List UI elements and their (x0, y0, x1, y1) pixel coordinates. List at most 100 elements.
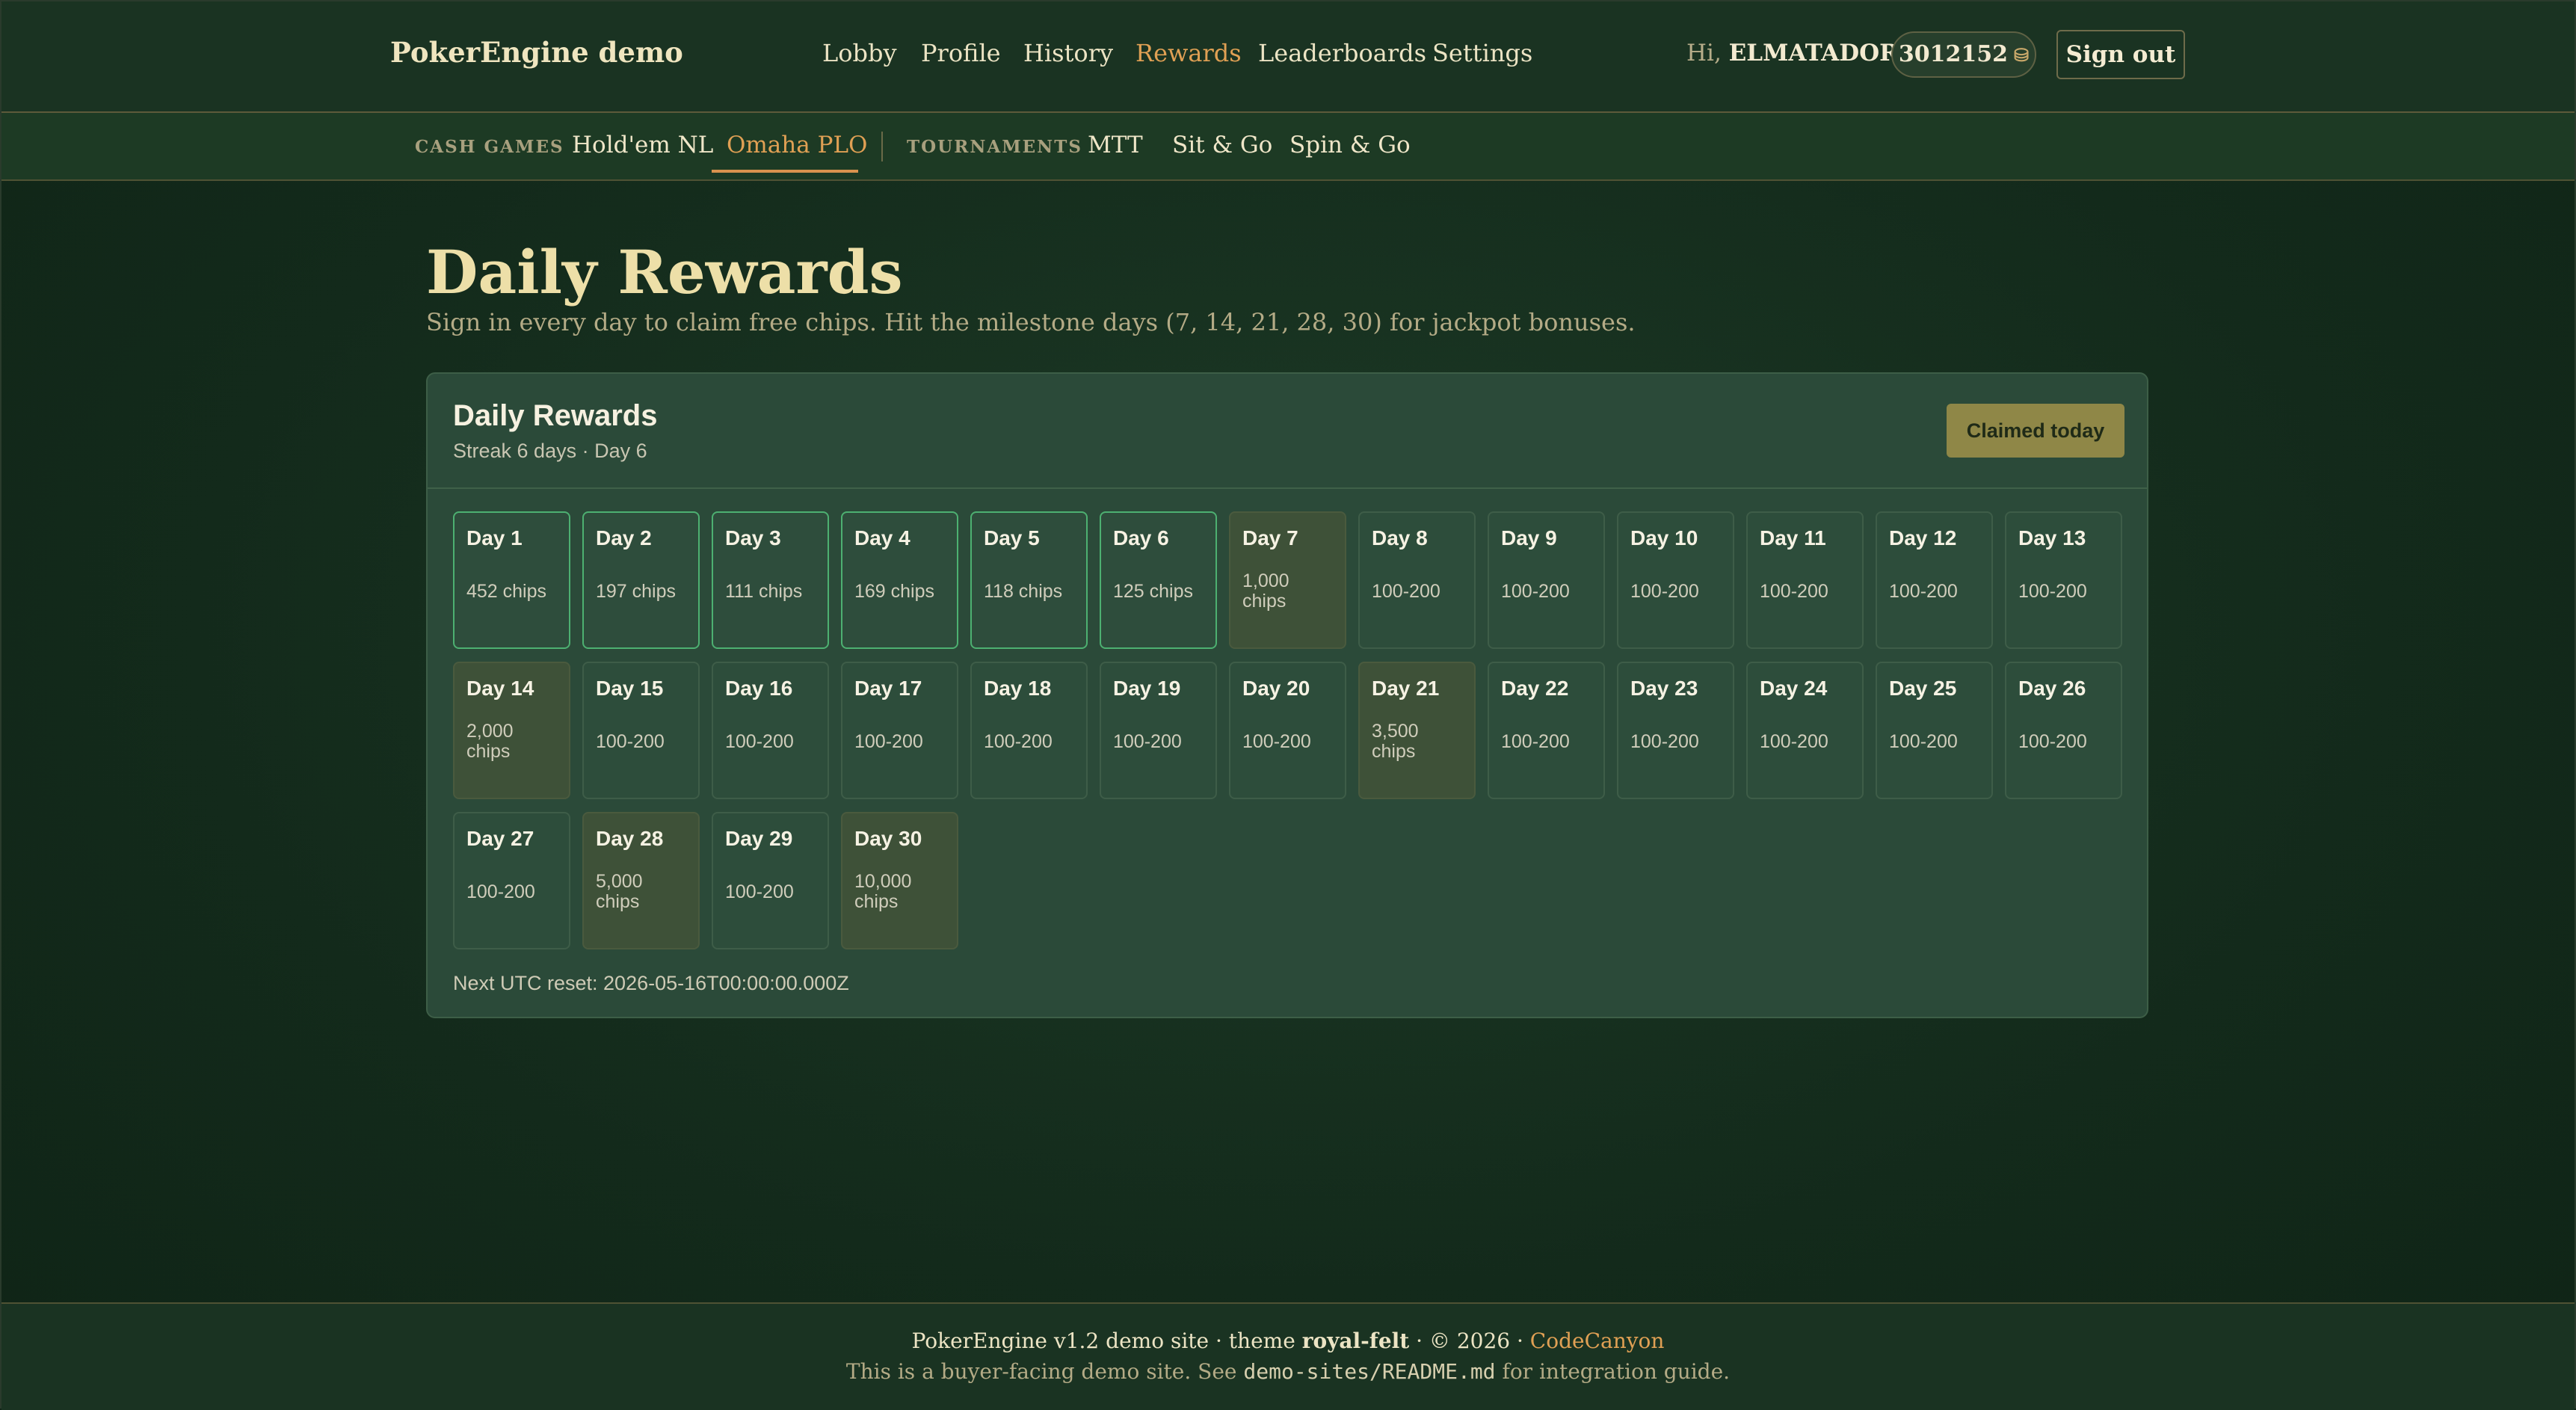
game-subnav (1, 113, 2575, 181)
day-reward-value: 3,500 chips (1372, 721, 1419, 762)
reward-day-card[interactable]: Day 20 100-200 (1229, 662, 1346, 799)
day-label: Day 2 (596, 526, 652, 549)
reward-day-card[interactable]: Day 23 100-200 (1617, 662, 1734, 799)
day-label: Day 30 (854, 827, 922, 850)
reward-day-card[interactable]: Day 4 169 chips (841, 511, 958, 649)
brand-logo[interactable]: PokerEngine demo (390, 36, 683, 69)
day-label: Day 8 (1372, 526, 1428, 549)
subnav-mtt[interactable]: MTT (1088, 132, 1143, 158)
reward-days-grid: Day 1 452 chips Day 2 197 chips Day 3 111 chi… (453, 511, 2122, 949)
day-label: Day 13 (2018, 526, 2086, 549)
reward-day-card[interactable]: Day 19 100-200 (1100, 662, 1217, 799)
day-reward-value: 100-200 (1889, 731, 1958, 752)
day-label: Day 25 (1889, 677, 1957, 700)
reward-day-card[interactable]: Day 24 100-200 (1746, 662, 1864, 799)
reward-day-card[interactable]: Day 29 100-200 (712, 812, 829, 949)
chip-stack-icon: ⛁ (2014, 44, 2030, 66)
footer-credits: PokerEngine v1.2 demo site · theme royal… (1, 1329, 2575, 1353)
day-reward-value: 100-200 (1760, 581, 1828, 602)
day-label: Day 14 (466, 677, 534, 700)
username: ELMATADOR (1728, 40, 1899, 67)
day-label: Day 3 (725, 526, 781, 549)
reward-day-card[interactable]: Day 2 197 chips (582, 511, 700, 649)
reward-day-card[interactable]: Day 18 100-200 (970, 662, 1088, 799)
subnav-holdem-nl[interactable]: Hold'em NL (572, 132, 713, 158)
nav-leaderboards[interactable]: Leaderboards (1258, 39, 1426, 67)
claimed-today-button[interactable]: Claimed today (1947, 404, 2124, 458)
subnav-spin-and-go[interactable]: Spin & Go (1289, 132, 1411, 158)
subnav-divider (881, 132, 883, 161)
day-reward-value: 100-200 (2018, 731, 2087, 752)
nav-rewards[interactable]: Rewards (1136, 39, 1242, 67)
reward-day-card[interactable]: Day 9 100-200 (1488, 511, 1605, 649)
reward-day-card[interactable]: Day 1 452 chips (453, 511, 570, 649)
day-label: Day 17 (854, 677, 922, 700)
day-reward-value: 118 chips (984, 581, 1063, 602)
footer-note-suffix: for integration guide. (1502, 1359, 1731, 1384)
reward-day-card[interactable]: Day 3 111 chips (712, 511, 829, 649)
reward-day-card[interactable]: Day 5 118 chips (970, 511, 1088, 649)
day-label: Day 20 (1242, 677, 1310, 700)
tournaments-label: TOURNAMENTS (907, 137, 1082, 157)
day-reward-value: 5,000 chips (596, 871, 643, 912)
day-reward-value: 100-200 (725, 881, 794, 902)
footer-theme: royal-felt (1301, 1329, 1410, 1353)
nav-lobby[interactable]: Lobby (822, 39, 897, 67)
page-subtitle: Sign in every day to claim free chips. H… (426, 308, 1636, 336)
footer (1, 1302, 2575, 1410)
day-label: Day 4 (854, 526, 910, 549)
reward-day-card[interactable]: Day 26 100-200 (2005, 662, 2122, 799)
day-label: Day 11 (1760, 526, 1826, 549)
day-label: Day 10 (1630, 526, 1698, 549)
day-reward-value: 197 chips (596, 581, 677, 602)
nav-settings[interactable]: Settings (1432, 39, 1532, 67)
sign-out-button[interactable]: Sign out (2056, 30, 2185, 79)
greeting-prefix: Hi, (1686, 40, 1722, 67)
nav-profile[interactable]: Profile (921, 39, 1001, 67)
reward-day-card[interactable]: Day 27 100-200 (453, 812, 570, 949)
codecanyon-link[interactable]: CodeCanyon (1530, 1329, 1665, 1353)
day-reward-value: 100-200 (725, 731, 794, 752)
day-reward-value: 169 chips (854, 581, 935, 602)
day-reward-value: 2,000 chips (466, 721, 514, 762)
readme-path: demo-sites/README.md (1243, 1359, 1496, 1384)
footer-copyright: · © 2026 · (1416, 1329, 1523, 1353)
subnav-omaha-plo[interactable]: Omaha PLO (727, 132, 867, 158)
reward-day-card[interactable]: Day 25 100-200 (1876, 662, 1993, 799)
day-label: Day 18 (984, 677, 1052, 700)
card-title: Daily Rewards (453, 399, 658, 432)
reward-day-card[interactable]: Day 22 100-200 (1488, 662, 1605, 799)
reward-day-card[interactable]: Day 21 3,500 chips (1358, 662, 1476, 799)
day-label: Day 27 (466, 827, 534, 850)
day-label: Day 15 (596, 677, 664, 700)
day-reward-value: 100-200 (1889, 581, 1958, 602)
reward-day-card[interactable]: Day 28 5,000 chips (582, 812, 700, 949)
reward-day-card[interactable]: Day 30 10,000 chips (841, 812, 958, 949)
reward-day-card[interactable]: Day 17 100-200 (841, 662, 958, 799)
reward-day-card[interactable]: Day 16 100-200 (712, 662, 829, 799)
reward-day-card[interactable]: Day 13 100-200 (2005, 511, 2122, 649)
day-reward-value: 100-200 (1372, 581, 1440, 602)
reward-day-card[interactable]: Day 15 100-200 (582, 662, 700, 799)
reward-day-card[interactable]: Day 8 100-200 (1358, 511, 1476, 649)
nav-history[interactable]: History (1023, 39, 1113, 67)
subnav-sit-and-go[interactable]: Sit & Go (1172, 132, 1272, 158)
day-label: Day 22 (1501, 677, 1569, 700)
reward-day-card[interactable]: Day 11 100-200 (1746, 511, 1864, 649)
day-reward-value: 125 chips (1113, 581, 1194, 602)
footer-note-prefix: This is a buyer-facing demo site. See (845, 1359, 1237, 1384)
day-reward-value: 100-200 (1760, 731, 1828, 752)
day-label: Day 26 (2018, 677, 2086, 700)
reward-day-card[interactable]: Day 7 1,000 chips (1229, 511, 1346, 649)
day-reward-value: 10,000 chips (854, 871, 912, 912)
reward-day-card[interactable]: Day 12 100-200 (1876, 511, 1993, 649)
day-label: Day 9 (1501, 526, 1557, 549)
footer-note: This is a buyer-facing demo site. See de… (1, 1359, 2575, 1384)
day-label: Day 28 (596, 827, 664, 850)
active-tab-underline (712, 170, 858, 173)
reward-day-card[interactable]: Day 14 2,000 chips (453, 662, 570, 799)
reward-day-card[interactable]: Day 6 125 chips (1100, 511, 1217, 649)
day-label: Day 12 (1889, 526, 1957, 549)
reward-day-card[interactable]: Day 10 100-200 (1617, 511, 1734, 649)
day-label: Day 5 (984, 526, 1040, 549)
